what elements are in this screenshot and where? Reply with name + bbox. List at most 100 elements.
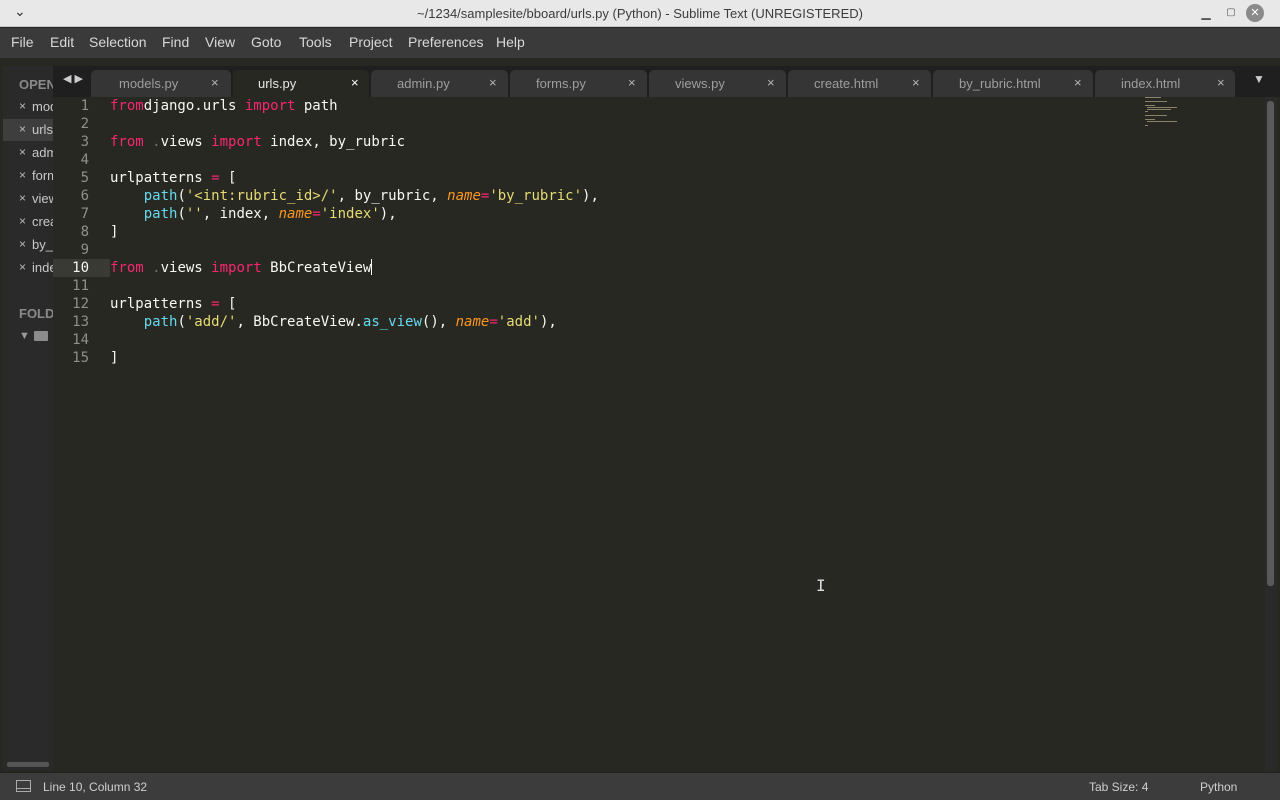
menu-help[interactable]: Help <box>496 34 525 50</box>
line-number: 3 <box>80 134 89 150</box>
tab-create-html[interactable]: create.html × <box>788 70 931 97</box>
tab-label: admin.py <box>397 76 450 91</box>
scrollbar-thumb[interactable] <box>1267 101 1274 586</box>
code-line[interactable]: ] <box>110 349 118 367</box>
menu-preferences[interactable]: Preferences <box>408 34 483 50</box>
code-token: from <box>110 134 144 150</box>
sidebar-scrollbar[interactable] <box>7 762 49 767</box>
sidebar-file-label: index.html <box>32 260 53 275</box>
sidebar-file-views[interactable]: × views.py <box>3 188 53 210</box>
folder-toggle-icon[interactable]: ▼ <box>19 330 30 342</box>
code-token: 'index' <box>320 206 380 222</box>
tab-close-icon[interactable]: × <box>489 75 497 90</box>
code-token: urlpatterns <box>110 296 212 312</box>
sidebar-file-create[interactable]: × create.html <box>3 211 53 233</box>
code-token: ( <box>177 314 186 330</box>
maximize-icon[interactable]: ▢ <box>1222 4 1240 22</box>
tab-close-icon[interactable]: × <box>912 75 920 90</box>
code-token: '' <box>185 206 203 222</box>
title-bar: ⌄ ~/1234/samplesite/bboard/urls.py (Pyth… <box>0 0 1280 27</box>
close-file-icon[interactable]: × <box>19 237 26 251</box>
code-line[interactable]: path('<int:rubric_id>/', by_rubric, name… <box>110 187 599 205</box>
tab-close-icon[interactable]: × <box>351 75 359 90</box>
sidebar: OPEN FILES × models.py × urls.py × admin.py… <box>3 66 53 770</box>
syntax-mode[interactable]: Python <box>1200 780 1237 794</box>
tab-label: by_rubric.html <box>959 76 1041 91</box>
code-token: from <box>110 98 144 114</box>
code-line[interactable]: path('', index, name='index'), <box>110 205 397 223</box>
sidebar-file-label: urls.py <box>32 122 53 137</box>
close-file-icon[interactable]: × <box>19 214 26 228</box>
code-line[interactable]: from .views import index, by_rubric <box>110 133 405 151</box>
line-number: 9 <box>80 242 89 258</box>
tab-views-py[interactable]: views.py × <box>649 70 786 97</box>
tab-models-py[interactable]: models.py × <box>91 70 231 97</box>
code-token: django.urls <box>143 98 245 114</box>
tab-size[interactable]: Tab Size: 4 <box>1089 780 1148 794</box>
sidebar-file-urls[interactable]: × urls.py <box>3 119 53 141</box>
sidebar-file-index[interactable]: × index.html <box>3 257 53 279</box>
sidebar-file-forms[interactable]: × forms.py <box>3 165 53 187</box>
line-number: 15 <box>72 350 89 366</box>
menu-find[interactable]: Find <box>162 34 189 50</box>
code-token: 'by_rubric' <box>489 188 583 204</box>
tab-close-icon[interactable]: × <box>1217 75 1225 90</box>
menu-edit[interactable]: Edit <box>50 34 74 50</box>
tab-by-rubric-html[interactable]: by_rubric.html × <box>933 70 1093 97</box>
minimap[interactable] <box>1145 97 1215 137</box>
tab-nav-arrows[interactable]: ◀ ▶ <box>63 72 83 85</box>
code-editor[interactable]: 1 2 3 4 5 6 7 8 9 10 11 12 13 14 15 fromdjango.urls im… <box>53 97 1265 770</box>
tab-close-icon[interactable]: × <box>767 75 775 90</box>
status-bar: Line 10, Column 32 Tab Size: 4 Python <box>0 772 1280 800</box>
cursor-position: Line 10, Column 32 <box>43 780 148 794</box>
menu-file[interactable]: File <box>11 34 34 50</box>
code-token: (), <box>421 314 456 330</box>
code-token: path <box>143 314 178 330</box>
code-token: path <box>295 98 338 114</box>
code-line[interactable]: from .views import BbCreateView <box>110 259 373 277</box>
code-line[interactable]: urlpatterns = [ <box>110 169 236 187</box>
tab-close-icon[interactable]: × <box>628 75 636 90</box>
folder-row[interactable]: ▼ <box>19 330 48 342</box>
code-token: views <box>160 134 212 150</box>
close-window-icon[interactable]: ✕ <box>1246 4 1264 22</box>
sidebar-file-admin[interactable]: × admin.py <box>3 142 53 164</box>
panel-toggle-icon[interactable] <box>16 780 31 792</box>
code-line[interactable]: fromdjango.urls import path <box>110 97 338 115</box>
line-number: 10 <box>72 260 89 276</box>
minimize-icon[interactable]: ▁ <box>1197 4 1215 22</box>
tab-overflow-icon[interactable]: ▼ <box>1253 72 1265 86</box>
close-file-icon[interactable]: × <box>19 122 26 136</box>
sidebar-file-by-rubric[interactable]: × by_rubric.html <box>3 234 53 256</box>
tab-close-icon[interactable]: × <box>1074 75 1082 90</box>
tab-admin-py[interactable]: admin.py × <box>371 70 508 97</box>
line-number: 14 <box>72 332 89 348</box>
line-number: 6 <box>80 188 89 204</box>
menu-bar: File Edit Selection Find View Goto Tools… <box>0 28 1280 58</box>
code-token: import <box>244 98 296 114</box>
close-file-icon[interactable]: × <box>19 145 26 159</box>
code-token: ), <box>582 188 599 204</box>
menu-selection[interactable]: Selection <box>89 34 147 50</box>
sidebar-file-models[interactable]: × models.py <box>3 96 53 118</box>
close-file-icon[interactable]: × <box>19 168 26 182</box>
menu-project[interactable]: Project <box>349 34 393 50</box>
code-token: as_view <box>362 314 422 330</box>
tab-label: models.py <box>119 76 179 91</box>
tab-urls-py[interactable]: urls.py × <box>233 70 369 97</box>
menu-goto[interactable]: Goto <box>251 34 281 50</box>
menu-tools[interactable]: Tools <box>299 34 332 50</box>
code-line[interactable]: path('add/', BbCreateView.as_view(), nam… <box>110 313 557 331</box>
tab-label: forms.py <box>536 76 586 91</box>
editor-scrollbar[interactable] <box>1265 97 1277 770</box>
tab-index-html[interactable]: index.html × <box>1095 70 1235 97</box>
code-line[interactable]: ] <box>110 223 118 241</box>
tab-forms-py[interactable]: forms.py × <box>510 70 647 97</box>
menu-view[interactable]: View <box>205 34 235 50</box>
close-file-icon[interactable]: × <box>19 99 26 113</box>
code-line[interactable]: urlpatterns = [ <box>110 295 236 313</box>
close-file-icon[interactable]: × <box>19 260 26 274</box>
close-file-icon[interactable]: × <box>19 191 26 205</box>
tab-close-icon[interactable]: × <box>211 75 219 90</box>
code-token: , BbCreateView. <box>236 314 363 330</box>
